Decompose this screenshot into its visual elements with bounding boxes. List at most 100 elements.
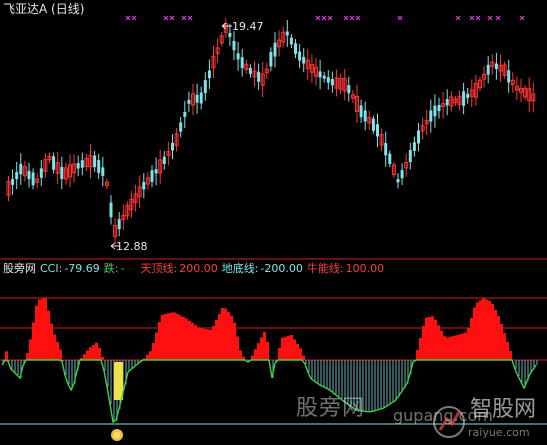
cci-bar-up [47,310,50,360]
cci-bar-up [461,333,464,360]
cci-bar-up [161,314,164,360]
cci-bar-up [215,320,218,360]
cci-bar-up [155,332,158,360]
cci-bar-up [188,320,191,360]
cci-bar-up [503,333,506,360]
candle-body-down [289,37,293,45]
candle-body-down [269,52,273,67]
candle-body-down [117,219,121,230]
cci-bar-up [458,334,461,360]
cci-value: -79.69 [64,262,100,275]
candle-body-down [384,143,388,156]
x-marker-icon [181,15,187,21]
candle-body-down [285,31,289,36]
cci-bar-up [419,338,422,360]
x-marker-icon [355,15,361,21]
cci-bar-up [293,339,296,360]
cci-bar-up [152,343,155,360]
candle-body-down [101,167,105,176]
candle-body-down [322,75,326,79]
price-low-label: 12.88 [116,240,148,253]
cci-bar-up [452,336,455,360]
candle-body-down [466,93,470,99]
cci-bar-up [167,313,170,360]
candle-body-down [417,130,420,144]
candle-body-down [318,71,322,78]
candle-body-down [294,43,297,54]
candle-body-down [257,71,261,82]
cci-bar-up [497,316,500,360]
cci-bar-up [50,323,53,360]
cci-bar-up [263,331,266,360]
candle-body-down [507,70,511,83]
candle-body-down [462,91,466,106]
candle-body-down [433,105,437,117]
cci-bar-up [479,300,482,360]
candle-body-down [248,67,252,74]
candle-body-down [93,155,97,168]
candle-body-down [39,168,43,178]
cci-bar-up [92,345,95,360]
cci-bar-up [149,351,152,360]
candle-body-down [347,85,351,94]
candle-body-down [486,64,490,75]
cci-bar-up [440,330,443,360]
candle-body-down [19,163,23,175]
candle-body-down [408,150,412,163]
candle-body-down [232,40,236,51]
cci-bar-up [257,343,260,360]
cci-bar-up [38,299,41,360]
chart-canvas[interactable] [0,0,547,445]
cci-bar-up [431,316,434,360]
cci-bar-up [455,335,458,360]
indicator-name[interactable]: 股旁网 [3,262,36,275]
cci-bar-up [212,326,215,360]
cci-bar-up [425,317,428,360]
cci-bar-up [236,336,239,360]
cci-bar-up [44,298,47,360]
candle-body-down [76,163,80,169]
candle-body-down [31,172,35,186]
cci-bar-up [446,337,449,360]
x-marker-icon [187,15,193,21]
x-marker-icon [397,15,403,21]
cci-bar-up [422,326,425,360]
tianding-label: 天顶线: [140,262,178,275]
cci-bar-up [53,334,56,360]
cci-bar-up [449,336,452,360]
cci-bar-up [260,337,263,360]
cci-bar-up [494,310,497,360]
x-marker-icon [321,15,327,21]
candle-body-down [150,170,154,182]
cci-bar-up [221,308,224,360]
candle-body-down [330,79,334,86]
cci-bar-up [32,322,35,360]
watermark-brand: 智股网 [470,397,537,422]
candle-body-down [52,156,56,170]
x-marker-icon [131,15,137,21]
cci-bar-up [194,325,197,360]
die-value: - [120,262,125,275]
cci-bar-up [467,328,470,360]
cci-bar-up [506,342,509,360]
die-label: 跌: [103,262,119,275]
cci-bar-up [428,317,431,360]
candle-body-down [359,105,363,118]
cci-bar-up [287,335,290,360]
cci-bar-up [296,344,299,360]
candle-body-down [429,110,433,122]
x-marker-icon [169,15,175,21]
cci-bar-up [485,299,488,360]
cci-bar-up [89,347,92,360]
candle-body-down [162,156,166,164]
candle-body-down [60,166,64,180]
cci-bar-up [224,308,227,360]
candle-body-down [207,70,211,79]
cci-bar-up [500,324,503,360]
candle-body-down [171,142,174,151]
indicator-legend: 股旁网 CCI: -79.69 跌: - 天顶线: 200.00 地底线: -200.00 牛能线… [3,262,388,276]
candle-body-down [183,112,187,117]
x-marker-icon [495,15,501,21]
cci-bar-up [209,329,212,360]
candle-body-down [371,118,375,131]
